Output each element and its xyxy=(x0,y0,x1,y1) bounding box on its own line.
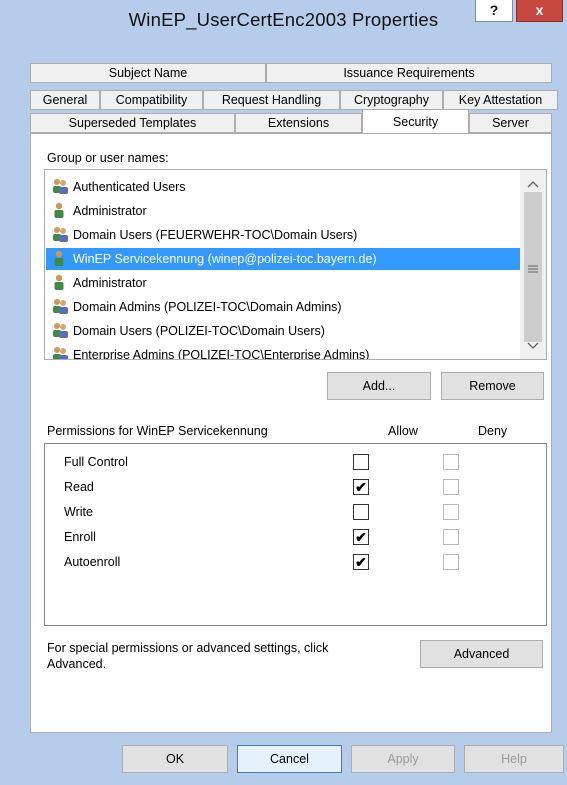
scrollbar-graphics xyxy=(524,181,542,349)
close-button[interactable]: x xyxy=(516,0,563,22)
tab-superseded-templates[interactable]: Superseded Templates xyxy=(30,113,235,133)
deny-checkbox[interactable] xyxy=(443,504,459,520)
list-item-label: Administrator xyxy=(73,204,147,218)
scroll-down-icon xyxy=(527,342,539,349)
remove-button[interactable]: Remove xyxy=(441,372,544,400)
list-item-label: Domain Admins (POLIZEI-TOC\Domain Admins… xyxy=(73,300,342,314)
group-icon xyxy=(51,226,69,242)
tab-request-handling[interactable]: Request Handling xyxy=(203,90,340,110)
help-footer-button[interactable]: Help xyxy=(464,745,564,773)
tab-security[interactable]: Security xyxy=(362,109,469,133)
list-item-label: Administrator xyxy=(73,276,147,290)
permission-name: Full Control xyxy=(64,455,128,469)
permissions-list: Full Control Read ✔ Write Enroll ✔ Autoenroll ✔ xyxy=(44,443,547,626)
group-icon xyxy=(51,322,69,338)
apply-button[interactable]: Apply xyxy=(351,745,455,773)
group-user-label: Group or user names: xyxy=(47,151,169,165)
list-item[interactable]: Domain Users (FEUERWEHR-TOC\Domain Users… xyxy=(51,224,521,246)
allow-checkbox[interactable]: ✔ xyxy=(353,529,369,545)
list-item[interactable]: Authenticated Users xyxy=(51,176,521,198)
tab-issuance-requirements[interactable]: Issuance Requirements xyxy=(266,63,552,83)
tab-extensions[interactable]: Extensions xyxy=(235,113,362,133)
list-item[interactable]: Enterprise Admins (POLIZEI-TOC\Enterpris… xyxy=(51,344,521,360)
title-bar[interactable]: WinEP_UserCertEnc2003 Properties ? x xyxy=(0,0,567,30)
list-item-label: WinEP Servicekennung (winep@polizei-toc.… xyxy=(73,252,377,266)
tab-key-attestation[interactable]: Key Attestation xyxy=(443,90,558,110)
list-item[interactable]: Domain Users (POLIZEI-TOC\Domain Users) xyxy=(51,320,521,342)
tab-server[interactable]: Server xyxy=(469,113,552,133)
permission-name: Read xyxy=(64,480,94,494)
deny-checkbox[interactable] xyxy=(443,554,459,570)
deny-checkbox[interactable] xyxy=(443,479,459,495)
list-item[interactable]: Domain Admins (POLIZEI-TOC\Domain Admins… xyxy=(51,296,521,318)
list-item[interactable]: Administrator xyxy=(51,200,521,222)
permissions-label: Permissions for WinEP Servicekennung xyxy=(47,424,268,438)
user-icon xyxy=(51,274,69,290)
allow-checkbox[interactable]: ✔ xyxy=(353,479,369,495)
list-item-selected[interactable]: WinEP Servicekennung (winep@polizei-toc.… xyxy=(46,248,532,270)
allow-checkbox[interactable]: ✔ xyxy=(353,554,369,570)
tab-general[interactable]: General xyxy=(30,90,100,110)
group-icon xyxy=(51,346,69,359)
list-item[interactable]: Administrator xyxy=(51,272,521,294)
cancel-button[interactable]: Cancel xyxy=(237,745,342,773)
user-icon xyxy=(51,202,69,218)
add-button[interactable]: Add... xyxy=(327,372,431,400)
group-icon xyxy=(51,298,69,314)
help-button[interactable]: ? xyxy=(475,0,513,22)
allow-checkbox[interactable] xyxy=(353,504,369,520)
list-item-label: Enterprise Admins (POLIZEI-TOC\Enterpris… xyxy=(73,348,370,360)
list-item-label: Authenticated Users xyxy=(73,180,186,194)
deny-checkbox[interactable] xyxy=(443,529,459,545)
listbox-scrollbar[interactable] xyxy=(520,170,546,359)
list-item-label: Domain Users (POLIZEI-TOC\Domain Users) xyxy=(73,324,325,338)
group-icon xyxy=(51,178,69,194)
scroll-up-icon xyxy=(527,181,539,188)
deny-header: Deny xyxy=(478,424,508,438)
tab-cryptography[interactable]: Cryptography xyxy=(340,90,443,110)
list-item-label: Domain Users (FEUERWEHR-TOC\Domain Users… xyxy=(73,228,358,242)
permission-name: Enroll xyxy=(64,530,96,544)
advanced-hint-text: For special permissions or advanced sett… xyxy=(47,641,329,671)
user-icon xyxy=(51,250,69,266)
deny-checkbox[interactable] xyxy=(443,454,459,470)
tab-compatibility[interactable]: Compatibility xyxy=(100,90,203,110)
tab-subject-name[interactable]: Subject Name xyxy=(30,63,266,83)
allow-checkbox[interactable] xyxy=(353,454,369,470)
allow-header: Allow xyxy=(388,424,418,438)
advanced-button[interactable]: Advanced xyxy=(420,640,543,668)
permission-name: Autoenroll xyxy=(64,555,121,569)
user-listbox[interactable]: Authenticated Users Administrator Domain U… xyxy=(44,169,547,360)
permission-name: Write xyxy=(64,505,93,519)
ok-button[interactable]: OK xyxy=(122,745,228,773)
